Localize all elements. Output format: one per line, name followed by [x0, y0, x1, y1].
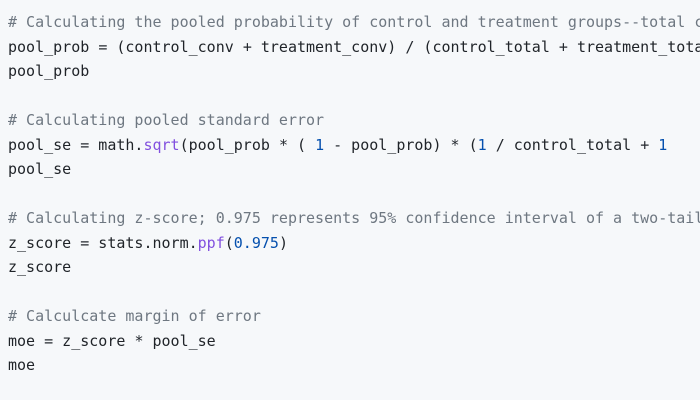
code-token: treatment_total)	[576, 37, 700, 56]
code-token: (	[459, 135, 478, 154]
code-operator: *	[450, 135, 460, 154]
code-token: stats.norm.	[89, 233, 198, 252]
code-number: 1	[658, 135, 668, 154]
code-token: (pool_prob	[179, 135, 279, 154]
code-comment: # Calculating pooled standard error	[8, 111, 325, 129]
code-line: moe = z_score * pool_se	[8, 329, 216, 353]
code-operator: +	[558, 37, 568, 56]
code-operator: =	[44, 331, 54, 350]
code-token: pool_prob	[8, 62, 90, 80]
code-token: pool_se	[143, 331, 216, 350]
code-operator: *	[278, 135, 288, 154]
code-function: sqrt	[143, 135, 180, 154]
code-operator: =	[80, 233, 90, 252]
code-token: pool_se	[8, 135, 81, 154]
code-token: z_score	[53, 331, 135, 350]
code-line: pool_prob = (control_conv + treatment_co…	[8, 35, 700, 59]
code-token: moe	[8, 331, 45, 350]
code-line: z_score = stats.norm.ppf(0.975)	[8, 231, 288, 255]
code-token: )	[278, 233, 288, 252]
code-line: # Calculcate margin of error	[8, 304, 261, 328]
code-operator: -	[333, 135, 343, 154]
code-operator: +	[640, 135, 650, 154]
code-operator: =	[98, 37, 108, 56]
code-token: z_score	[8, 233, 81, 252]
code-token: pool_se	[8, 160, 72, 178]
code-token: pool_prob)	[342, 135, 451, 154]
code-token: treatment_conv)	[251, 37, 406, 56]
code-line: # Calculating the pooled probability of …	[8, 10, 700, 34]
code-comment: # Calculating the pooled probability of …	[8, 13, 700, 31]
code-token: (	[287, 135, 316, 154]
code-token: pool_prob	[8, 37, 99, 56]
code-comment: # Calculating z-score; 0.975 represents …	[8, 209, 700, 227]
code-block[interactable]: # Calculating the pooled probability of …	[0, 0, 700, 400]
code-operator: =	[80, 135, 90, 154]
code-number: 0.975	[233, 233, 279, 252]
code-operator: +	[242, 37, 252, 56]
code-line: pool_se = math.sqrt(pool_prob * ( 1 - po…	[8, 133, 667, 157]
code-function: ppf	[197, 233, 225, 252]
code-token: (control_total	[414, 37, 559, 56]
code-token: z_score	[8, 258, 72, 276]
code-token: (	[224, 233, 234, 252]
code-number: 1	[477, 135, 487, 154]
code-token: moe	[8, 356, 36, 374]
code-line: z_score	[8, 255, 71, 279]
code-operator: /	[495, 135, 505, 154]
code-line: # Calculating z-score; 0.975 represents …	[8, 206, 700, 230]
code-line: # Calculating pooled standard error	[8, 108, 324, 132]
code-line: pool_se	[8, 157, 71, 181]
code-comment: # Calculcate margin of error	[8, 307, 261, 325]
code-number: 1	[315, 135, 325, 154]
code-line: pool_prob	[8, 59, 89, 83]
code-token: math.	[89, 135, 144, 154]
code-token: (control_conv	[107, 37, 243, 56]
code-line: moe	[8, 353, 35, 377]
code-token: control_total	[504, 135, 641, 154]
